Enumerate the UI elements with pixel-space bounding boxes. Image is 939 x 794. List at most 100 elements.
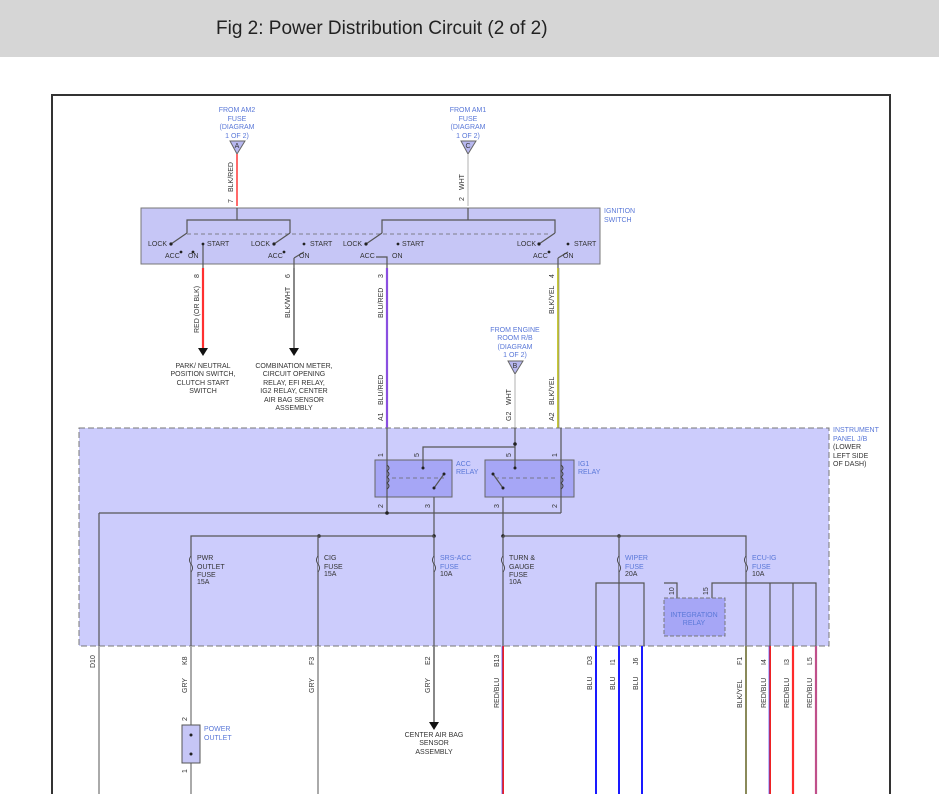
svg-text:GRY: GRY: [425, 678, 432, 693]
svg-text:RED/BLU: RED/BLU: [807, 678, 814, 708]
svg-text:OF DASH): OF DASH): [833, 461, 866, 468]
svg-text:FROM ENGINE: FROM ENGINE: [490, 327, 540, 334]
svg-text:GRY: GRY: [309, 678, 316, 693]
svg-text:RELAY: RELAY: [578, 469, 601, 476]
destination-park-neutral: PARK/ NEUTRAL POSITION SWITCH, CLUTCH ST…: [171, 363, 236, 395]
source-am2: FROM AM2 FUSE (DIAGRAM 1 OF 2) A BLK/RED…: [219, 107, 256, 206]
svg-text:LOCK: LOCK: [148, 241, 167, 248]
wiring-diagram: FROM AM2 FUSE (DIAGRAM 1 OF 2) A BLK/RED…: [51, 94, 891, 794]
svg-text:RELAY: RELAY: [456, 469, 479, 476]
svg-text:AIR BAG SENSOR: AIR BAG SENSOR: [264, 397, 324, 404]
svg-text:15A: 15A: [324, 571, 337, 578]
svg-text:PANEL J/B: PANEL J/B: [833, 436, 868, 443]
svg-text:I4: I4: [761, 659, 768, 665]
svg-text:BLU/RED: BLU/RED: [378, 288, 385, 318]
svg-text:ACC: ACC: [533, 253, 548, 260]
svg-text:(DIAGRAM: (DIAGRAM: [451, 124, 486, 131]
svg-text:ACC: ACC: [360, 253, 375, 260]
svg-text:6: 6: [285, 274, 292, 278]
svg-text:B: B: [513, 363, 518, 370]
svg-text:PWR: PWR: [197, 555, 213, 562]
svg-text:FUSE: FUSE: [625, 564, 644, 571]
svg-text:START: START: [310, 241, 333, 248]
svg-text:LOCK: LOCK: [517, 241, 536, 248]
destination-combination-meter: COMBINATION METER, CIRCUIT OPENING RELAY…: [255, 363, 332, 412]
svg-text:F1: F1: [737, 657, 744, 665]
svg-text:A: A: [235, 143, 240, 150]
svg-text:RED/BLU: RED/BLU: [784, 678, 791, 708]
svg-text:PARK/ NEUTRAL: PARK/ NEUTRAL: [175, 363, 230, 370]
svg-text:LEFT SIDE: LEFT SIDE: [833, 453, 869, 460]
svg-text:ASSEMBLY: ASSEMBLY: [275, 405, 313, 412]
svg-text:CIG: CIG: [324, 555, 336, 562]
svg-text:1: 1: [552, 453, 559, 457]
svg-text:2: 2: [552, 504, 559, 508]
svg-text:FUSE: FUSE: [197, 572, 216, 579]
svg-text:1: 1: [182, 769, 189, 773]
svg-text:WHT: WHT: [459, 173, 466, 190]
svg-text:FROM AM2: FROM AM2: [219, 107, 256, 114]
svg-text:ROOM R/B: ROOM R/B: [497, 335, 533, 342]
svg-text:FROM AM1: FROM AM1: [450, 107, 487, 114]
svg-text:10A: 10A: [752, 571, 765, 578]
svg-text:L5: L5: [807, 657, 814, 665]
svg-text:LOCK: LOCK: [251, 241, 270, 248]
svg-text:SWITCH: SWITCH: [604, 217, 632, 224]
svg-text:SENSOR: SENSOR: [419, 740, 449, 747]
svg-text:RELAY: RELAY: [683, 620, 706, 627]
svg-text:FUSE: FUSE: [228, 116, 247, 123]
svg-text:WIPER: WIPER: [625, 555, 648, 562]
svg-text:FUSE: FUSE: [509, 572, 528, 579]
svg-text:2: 2: [459, 197, 466, 201]
svg-text:POWER: POWER: [204, 726, 230, 733]
svg-text:RED/BLU: RED/BLU: [761, 678, 768, 708]
svg-text:7: 7: [228, 199, 235, 203]
svg-text:4: 4: [549, 274, 556, 278]
svg-text:POSITION SWITCH,: POSITION SWITCH,: [171, 371, 236, 378]
svg-text:TURN &: TURN &: [509, 555, 535, 562]
svg-text:I3: I3: [784, 659, 791, 665]
svg-text:10A: 10A: [440, 571, 453, 578]
svg-text:(DIAGRAM: (DIAGRAM: [498, 344, 533, 351]
svg-text:E2: E2: [425, 656, 432, 665]
svg-text:I1: I1: [610, 659, 617, 665]
svg-text:G2: G2: [506, 412, 513, 421]
svg-text:ON: ON: [188, 253, 199, 260]
svg-text:1: 1: [378, 453, 385, 457]
svg-text:5: 5: [414, 453, 421, 457]
svg-text:CLUTCH START: CLUTCH START: [177, 380, 230, 387]
svg-text:3: 3: [425, 504, 432, 508]
svg-text:BLK/WHT: BLK/WHT: [285, 286, 292, 318]
svg-text:2: 2: [182, 717, 189, 721]
source-engine-room: FROM ENGINE ROOM R/B (DIAGRAM 1 OF 2) B …: [490, 327, 540, 428]
svg-text:SRS-ACC: SRS-ACC: [440, 555, 472, 562]
svg-text:1 OF 2): 1 OF 2): [503, 352, 527, 359]
svg-text:J6: J6: [633, 658, 640, 666]
svg-text:START: START: [207, 241, 230, 248]
svg-text:15: 15: [703, 587, 710, 595]
svg-text:BLU/RED: BLU/RED: [378, 375, 385, 405]
svg-text:3: 3: [378, 274, 385, 278]
svg-text:GAUGE: GAUGE: [509, 564, 535, 571]
svg-text:OUTLET: OUTLET: [204, 735, 232, 742]
svg-text:BLK/YEL: BLK/YEL: [549, 285, 556, 314]
svg-text:F3: F3: [309, 657, 316, 665]
svg-text:IGNITION: IGNITION: [604, 208, 635, 215]
svg-text:15A: 15A: [197, 579, 210, 586]
svg-text:A2: A2: [549, 412, 556, 421]
svg-text:START: START: [574, 241, 597, 248]
svg-text:CENTER AIR BAG: CENTER AIR BAG: [405, 732, 464, 739]
svg-text:(DIAGRAM: (DIAGRAM: [220, 124, 255, 131]
svg-text:B13: B13: [494, 654, 501, 667]
svg-text:FUSE: FUSE: [752, 564, 771, 571]
svg-text:BLK/RED: BLK/RED: [228, 162, 235, 192]
svg-text:FUSE: FUSE: [324, 564, 343, 571]
svg-text:ON: ON: [392, 253, 403, 260]
svg-text:FUSE: FUSE: [440, 564, 459, 571]
svg-text:8: 8: [194, 274, 201, 278]
svg-text:RELAY, EFI RELAY,: RELAY, EFI RELAY,: [263, 380, 325, 387]
destination-center-airbag: CENTER AIR BAG SENSOR ASSEMBLY: [405, 732, 464, 756]
svg-text:RED/BLU: RED/BLU: [494, 678, 501, 708]
svg-text:BLU: BLU: [587, 676, 594, 690]
svg-text:D10: D10: [90, 655, 97, 668]
